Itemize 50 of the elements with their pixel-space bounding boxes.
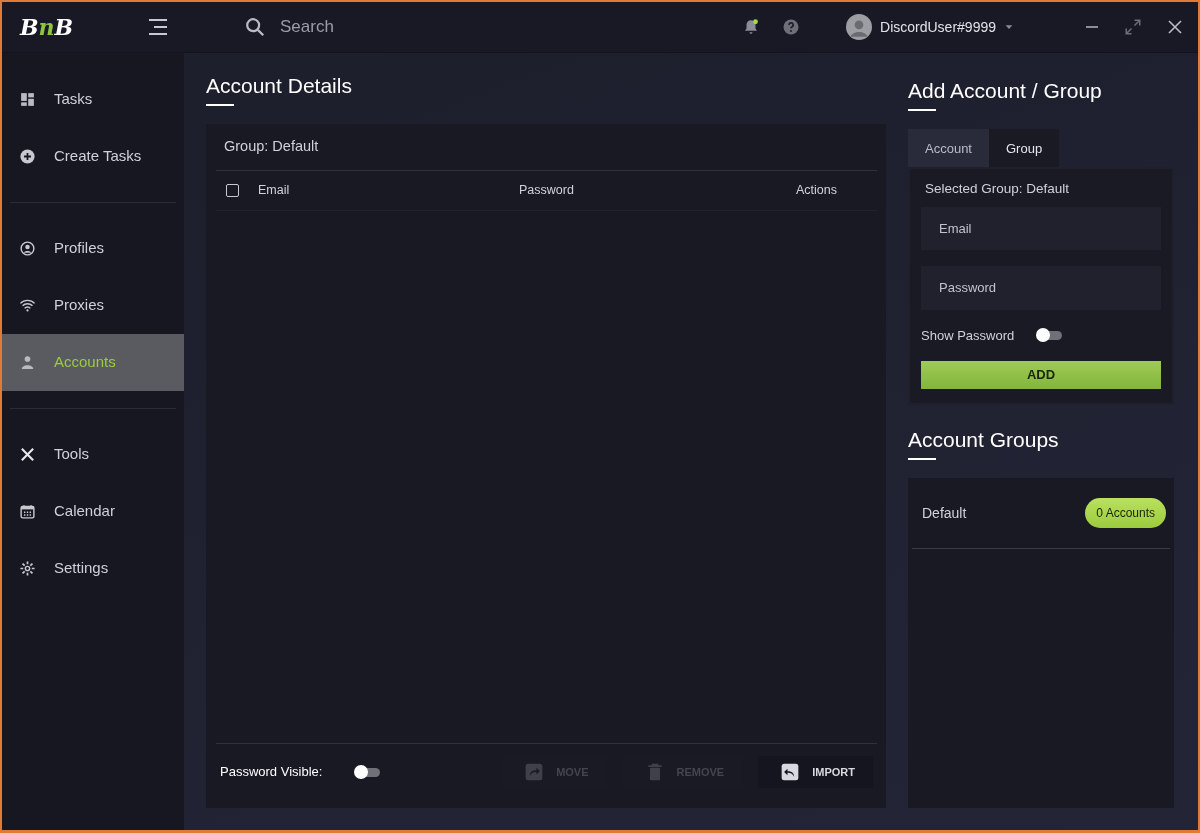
notification-bell-icon[interactable] xyxy=(742,18,761,36)
sidebar-item[interactable]: Settings xyxy=(2,540,184,597)
sidebar-item[interactable]: Calendar xyxy=(2,483,184,540)
group-name: Default xyxy=(922,503,967,523)
section-title: Account Details xyxy=(206,73,353,99)
toggle-switch[interactable] xyxy=(1038,331,1063,341)
sidebar-item[interactable]: Tasks xyxy=(2,71,184,128)
column-header: Email xyxy=(258,181,291,199)
tools-icon xyxy=(19,446,36,463)
select-all-checkbox[interactable] xyxy=(226,183,239,197)
tab[interactable]: Group xyxy=(989,129,1060,167)
username[interactable]: DiscordUser#9999 xyxy=(880,16,996,38)
calendar-icon xyxy=(19,503,36,520)
sidebar-item[interactable]: Accounts xyxy=(2,334,184,391)
action-button[interactable]: IMPORT xyxy=(758,756,873,788)
section-title: Add Account / Group xyxy=(908,78,1103,104)
column-header: Password xyxy=(519,181,575,199)
selected-group-label: Selected Group: Default xyxy=(924,179,1071,198)
count-pill: 0 Accounts xyxy=(1085,498,1166,529)
toggle-label: Password Visible: xyxy=(220,763,323,782)
toggle-label: Show Password xyxy=(921,326,1015,345)
settings-icon xyxy=(19,560,36,577)
add-icon xyxy=(19,148,36,165)
close-icon[interactable] xyxy=(1166,18,1184,36)
reply-icon xyxy=(780,762,801,782)
maximize-icon[interactable] xyxy=(1124,18,1142,36)
help-icon[interactable] xyxy=(782,18,801,36)
grid-icon xyxy=(19,91,36,108)
user-icon xyxy=(19,354,36,371)
caret-icon[interactable] xyxy=(1004,22,1014,32)
password-field[interactable]: Password xyxy=(921,266,1161,310)
sidebar-item[interactable]: Profiles xyxy=(2,220,184,277)
search-icon xyxy=(244,16,266,38)
search-field[interactable]: Search xyxy=(278,13,478,41)
group-label: Group: Default xyxy=(216,124,877,171)
toggle-switch[interactable] xyxy=(356,767,381,777)
tab[interactable]: Account xyxy=(908,129,989,167)
sidebar-item[interactable]: Proxies xyxy=(2,277,184,334)
email-field[interactable]: Email xyxy=(921,206,1161,251)
sidebar-item[interactable]: Tools xyxy=(2,426,184,483)
section-title: Account Groups xyxy=(908,426,1060,453)
sidebar-item[interactable]: Create Tasks xyxy=(2,128,184,185)
app-logo: BnB xyxy=(20,14,74,40)
add-button[interactable]: ADD xyxy=(921,361,1161,389)
share-icon xyxy=(524,762,545,782)
column-header: Actions xyxy=(796,181,837,199)
avatar-icon[interactable] xyxy=(846,14,873,40)
group-row[interactable]: Default 0 Accounts xyxy=(912,478,1170,550)
wifi-icon xyxy=(19,297,36,314)
profile-icon xyxy=(19,240,36,257)
